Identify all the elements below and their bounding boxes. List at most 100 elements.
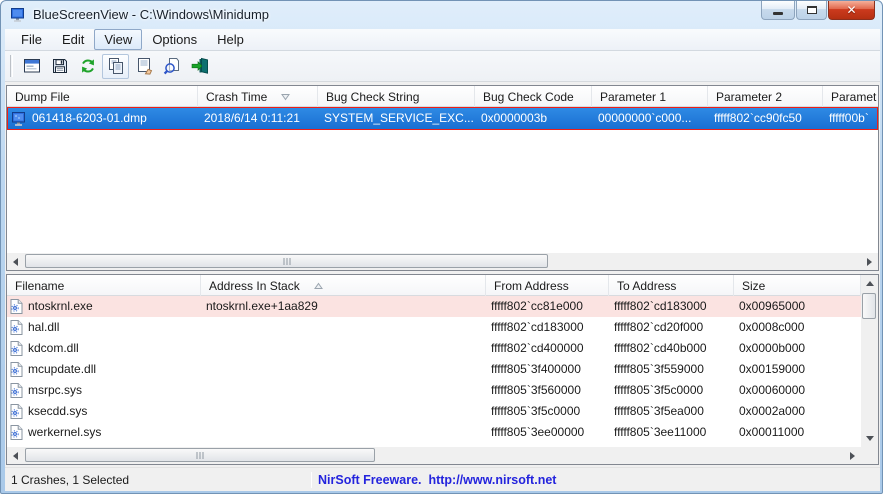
column-header-label: Dump File xyxy=(15,87,70,107)
cell-size: 0x0008c000 xyxy=(734,317,861,338)
crash-list-pane: Dump File Crash Time Bug Check String Bug C… xyxy=(6,85,879,271)
driver-file-icon xyxy=(10,320,23,335)
cell-address-in-stack xyxy=(201,317,486,338)
scrollbar-thumb[interactable] xyxy=(862,293,876,319)
column-header-address-in-stack[interactable]: Address In Stack xyxy=(201,275,486,296)
cell-from-address: fffff802`cd400000 xyxy=(486,338,609,359)
scroll-right-icon[interactable] xyxy=(861,253,878,270)
cell-from-address: fffff802`cd183000 xyxy=(486,317,609,338)
cell-filename: mcupdate.dll xyxy=(7,359,201,380)
cell-filename: msrpc.sys xyxy=(7,380,201,401)
column-header-filename[interactable]: Filename xyxy=(7,275,201,296)
driver-row[interactable]: kdcom.dllfffff802`cd400000fffff802`cd40b… xyxy=(7,338,861,359)
upper-rows: 061418-6203-01.dmp2018/6/14 0:11:21SYSTE… xyxy=(7,107,878,253)
upper-header: Dump File Crash Time Bug Check String Bug C… xyxy=(7,86,879,107)
column-header-label: To Address xyxy=(617,276,676,296)
column-header-dump-file[interactable]: Dump File xyxy=(7,86,198,107)
menu-view[interactable]: View xyxy=(94,29,142,50)
column-header-crash-time[interactable]: Crash Time xyxy=(198,86,318,107)
cell-filename: hal.dll xyxy=(7,317,201,338)
title-bar[interactable]: BlueScreenView - C:\Windows\Minidump ✕ xyxy=(1,1,882,29)
driver-row[interactable]: mcupdate.dll fffff805`3f400000fffff805`3f… xyxy=(7,359,861,380)
cell-to-address: fffff805`3f5c0000 xyxy=(609,380,734,401)
menu-edit[interactable]: Edit xyxy=(52,29,94,50)
column-header-label: Address In Stack xyxy=(209,276,300,296)
cell-size: 0x0002a000 xyxy=(734,401,861,422)
column-header-size[interactable]: Size xyxy=(734,275,861,296)
cell-bug-check-code: 0x0000003b xyxy=(476,108,593,129)
cell-to-address: fffff805`3f559000 xyxy=(609,359,734,380)
driver-row[interactable]: ntoskrnl.exentoskrnl.exe+1aa829fffff802`… xyxy=(7,296,861,317)
maximize-button[interactable] xyxy=(796,1,827,20)
column-header-label: Filename xyxy=(15,276,64,296)
column-header-from-address[interactable]: From Address xyxy=(486,275,609,296)
driver-row[interactable]: hal.dllfffff802`cd183000fffff802`cd20f00… xyxy=(7,317,861,338)
column-header-paramet[interactable]: Paramet xyxy=(823,86,879,107)
column-header-parameter-1[interactable]: Parameter 1 xyxy=(592,86,708,107)
scroll-left-icon[interactable] xyxy=(7,253,24,270)
scroll-down-icon[interactable] xyxy=(861,430,878,447)
sort-descending-icon xyxy=(281,93,290,101)
properties-button[interactable] xyxy=(130,54,157,79)
column-header-label: Bug Check String xyxy=(326,87,419,107)
column-header-bug-check-string[interactable]: Bug Check String xyxy=(318,86,475,107)
scroll-left-icon[interactable] xyxy=(7,447,24,464)
cell-to-address: fffff805`3ee11000 xyxy=(609,422,734,443)
column-header-parameter-2[interactable]: Parameter 2 xyxy=(708,86,823,107)
lower-header: Filename Address In Stack From Address To A… xyxy=(7,275,861,296)
advanced-options-button[interactable] xyxy=(18,54,45,79)
save-button[interactable] xyxy=(46,54,73,79)
window-title: BlueScreenView - C:\Windows\Minidump xyxy=(33,7,269,22)
cell-to-address: fffff805`3f5ea000 xyxy=(609,401,734,422)
column-header-label: Parameter 1 xyxy=(600,87,666,107)
toolbar-gripper xyxy=(10,55,13,77)
column-header-label: Bug Check Code xyxy=(483,87,574,107)
copy-button[interactable] xyxy=(102,54,129,79)
cell-from-address: fffff805`3f560000 xyxy=(486,380,609,401)
cell-parameter-2: fffff802`cc90fc50 xyxy=(709,108,824,129)
cell-dump-file: 061418-6203-01.dmp xyxy=(8,108,199,129)
column-header-bug-check-code[interactable]: Bug Check Code xyxy=(475,86,592,107)
close-button[interactable]: ✕ xyxy=(828,1,875,20)
driver-row[interactable]: ksecdd.sysfffff805`3f5c0000fffff805`3f5e… xyxy=(7,401,861,422)
cell-crash-time: 2018/6/14 0:11:21 xyxy=(199,108,319,129)
find-icon xyxy=(162,56,182,76)
exit-button[interactable] xyxy=(186,54,213,79)
menu-file[interactable]: File xyxy=(11,29,52,50)
driver-row[interactable]: werkernel.sys fffff805`3ee00000fffff805`3… xyxy=(7,422,861,443)
cell-from-address: fffff805`3f5c0000 xyxy=(486,401,609,422)
column-header-label: Paramet xyxy=(831,87,876,107)
nirsoft-link[interactable]: NirSoft Freeware. http://www.nirsoft.net xyxy=(312,473,556,487)
exit-door-icon xyxy=(190,56,210,76)
scrollbar-thumb[interactable] xyxy=(25,254,548,268)
scroll-up-icon[interactable] xyxy=(861,275,878,292)
menu-options[interactable]: Options xyxy=(142,29,207,50)
scroll-right-icon[interactable] xyxy=(844,447,861,464)
maximize-icon xyxy=(807,6,817,14)
refresh-button[interactable] xyxy=(74,54,101,79)
column-header-to-address[interactable]: To Address xyxy=(609,275,734,296)
lower-vertical-scrollbar[interactable] xyxy=(861,275,878,447)
app-window: BlueScreenView - C:\Windows\Minidump ✕ F… xyxy=(0,0,883,494)
cell-size: 0x0000b000 xyxy=(734,338,861,359)
menu-bar: File Edit View Options Help xyxy=(5,29,880,51)
cell-to-address: fffff802`cd40b000 xyxy=(609,338,734,359)
cell-from-address: fffff802`cc81e000 xyxy=(486,296,609,317)
menu-help[interactable]: Help xyxy=(207,29,254,50)
find-button[interactable] xyxy=(158,54,185,79)
driver-row[interactable]: msrpc.sys fffff805`3f560000fffff805`3f5c0… xyxy=(7,380,861,401)
status-bar: 1 Crashes, 1 Selected NirSoft Freeware. … xyxy=(5,467,880,491)
dump-row[interactable]: 061418-6203-01.dmp2018/6/14 0:11:21SYSTE… xyxy=(7,107,878,130)
cell-size: 0x00965000 xyxy=(734,296,861,317)
minimize-button[interactable] xyxy=(761,1,795,20)
cell-filename: werkernel.sys xyxy=(7,422,201,443)
cell-address-in-stack: ntoskrnl.exe+1aa829 xyxy=(201,296,486,317)
cell-address-in-stack xyxy=(201,401,486,422)
scrollbar-thumb[interactable] xyxy=(25,448,375,462)
upper-horizontal-scrollbar[interactable] xyxy=(7,253,878,270)
cell-from-address: fffff805`3f400000 xyxy=(486,359,609,380)
lower-horizontal-scrollbar[interactable] xyxy=(7,447,861,464)
cell-from-address: fffff805`3ee00000 xyxy=(486,422,609,443)
cell-address-in-stack xyxy=(201,380,486,401)
lower-rows: ntoskrnl.exentoskrnl.exe+1aa829fffff802`… xyxy=(7,296,861,447)
